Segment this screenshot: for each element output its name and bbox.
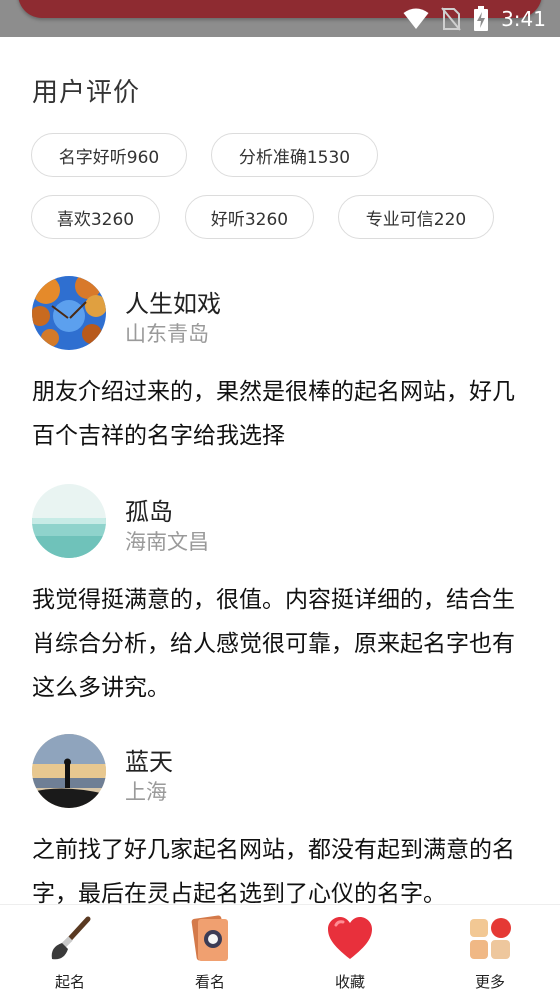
avatar[interactable] — [32, 734, 106, 808]
wifi-icon — [403, 8, 429, 29]
nav-label: 更多 — [474, 973, 505, 991]
review-text: 朋友介绍过来的，果然是很棒的起名网站，好几百个吉祥的名字给我选择 — [32, 379, 515, 449]
nav-item-naming[interactable]: 起名 — [0, 905, 140, 996]
tag-pleasant[interactable]: 好听3260 — [185, 195, 314, 239]
section-title: 用户评价 — [32, 78, 141, 108]
nav-item-view-name[interactable]: 看名 — [140, 905, 280, 996]
reviewer-location: 海南文昌 — [125, 530, 209, 554]
reviewer-name: 人生如戏 — [125, 290, 221, 318]
nav-label: 收藏 — [334, 973, 365, 991]
brush-icon — [51, 916, 91, 960]
tag-like[interactable]: 喜欢3260 — [31, 195, 160, 239]
status-time: 3:41 — [501, 7, 546, 31]
tag-professional[interactable]: 专业可信220 — [338, 195, 494, 239]
avatar[interactable] — [32, 484, 106, 558]
reviewer-name: 蓝天 — [125, 748, 173, 776]
no-sim-icon — [441, 7, 461, 31]
review-text: 之前找了好几家起名网站，都没有起到满意的名字，最后在灵占起名选到了心仪的名字。 — [32, 837, 515, 907]
avatar[interactable] — [32, 276, 106, 350]
nav-item-favorites[interactable]: 收藏 — [280, 905, 420, 996]
bottom-nav: 起名 看名 收藏 更多 — [0, 904, 560, 996]
reviewer-name: 孤岛 — [125, 498, 173, 526]
battery-charging-icon — [474, 6, 489, 31]
name-card-icon — [191, 915, 228, 961]
tag-accurate-analysis[interactable]: 分析准确1530 — [211, 133, 378, 177]
nav-item-more[interactable]: 更多 — [420, 905, 560, 996]
heart-icon — [328, 917, 372, 959]
status-bar: 3:41 — [0, 0, 560, 37]
nav-label: 看名 — [194, 973, 225, 991]
status-icons: 3:41 — [403, 5, 546, 33]
nav-label: 起名 — [54, 973, 85, 991]
tag-name-pleasant[interactable]: 名字好听960 — [31, 133, 187, 177]
review-text: 我觉得挺满意的，很值。内容挺详细的，结合生肖综合分析，给人感觉很可靠，原来起名字… — [32, 587, 515, 701]
grid-icon — [470, 918, 511, 959]
reviewer-location: 山东青岛 — [125, 322, 209, 346]
reviewer-location: 上海 — [125, 780, 167, 804]
